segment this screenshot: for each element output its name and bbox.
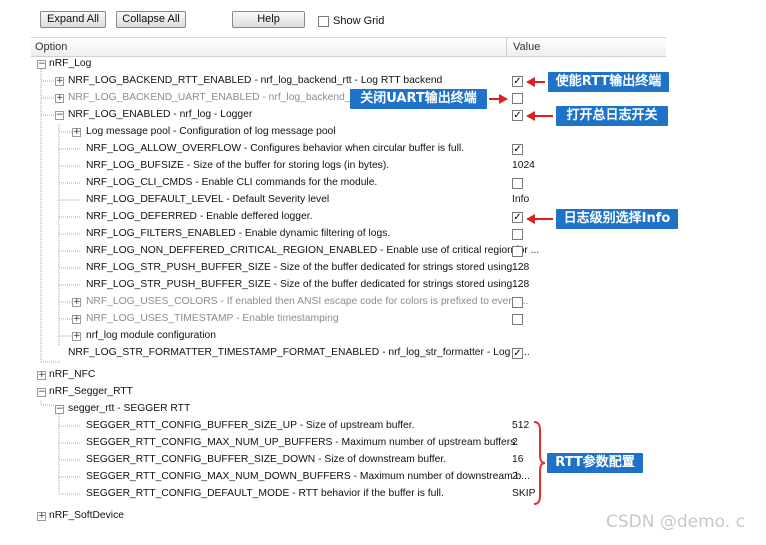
help-button[interactable]: Help <box>232 11 305 28</box>
tree-row-allow-overflow[interactable]: NRF_LOG_ALLOW_OVERFLOW - Configures beha… <box>31 141 666 158</box>
bufsize-value[interactable]: 1024 <box>512 160 535 171</box>
expand-all-button[interactable]: Expand All <box>40 11 106 28</box>
tree-row-nrf-segger-rtt[interactable]: − nRF_Segger_RTT <box>31 384 666 401</box>
collapse-all-button[interactable]: Collapse All <box>116 11 186 28</box>
tree-row-str-push-buffer-size[interactable]: NRF_LOG_STR_PUSH_BUFFER_SIZE - Size of t… <box>31 260 666 277</box>
tree-row-label: SEGGER_RTT_CONFIG_MAX_NUM_UP_BUFFERS - M… <box>86 437 519 448</box>
str-push-buffer-size-value[interactable]: 128 <box>512 262 529 273</box>
show-grid-label: Show Grid <box>333 15 385 27</box>
annotation-rtt-enable: 使能RTT输出终端 <box>548 72 669 92</box>
default-level-value[interactable]: Info <box>512 194 529 205</box>
backend-rtt-checkbox[interactable]: ✓ <box>512 76 523 87</box>
deferred-checkbox[interactable]: ✓ <box>512 212 523 223</box>
tree-row-default-level[interactable]: NRF_LOG_DEFAULT_LEVEL - Default Severity… <box>31 192 666 209</box>
tree-row-rtt-default-mode[interactable]: SEGGER_RTT_CONFIG_DEFAULT_MODE - RTT beh… <box>31 486 666 503</box>
tree-row-label: NRF_LOG_USES_COLORS - If enabled then AN… <box>86 296 529 307</box>
tree-row-label: NRF_LOG_BUFSIZE - Size of the buffer for… <box>86 160 390 171</box>
expand-toggle-icon[interactable]: + <box>37 371 46 380</box>
annotation-log-level: 日志级别选择Info <box>556 209 678 229</box>
str-formatter-timestamp-checkbox[interactable]: ✓ <box>512 348 523 359</box>
tree-row-label: NRF_LOG_BACKEND_UART_ENABLED - nrf_log_b… <box>68 92 369 103</box>
critical-region-checkbox[interactable] <box>512 246 523 257</box>
filters-enabled-checkbox[interactable] <box>512 229 523 240</box>
tree-row-label: nRF_SoftDevice <box>49 510 124 521</box>
cli-cmds-checkbox[interactable] <box>512 178 523 189</box>
expand-toggle-icon[interactable]: + <box>72 332 81 341</box>
tree-row-label: SEGGER_RTT_CONFIG_MAX_NUM_DOWN_BUFFERS -… <box>86 471 530 482</box>
tree-row-nrf-softdevice[interactable]: + nRF_SoftDevice <box>31 508 666 525</box>
tree-row-label: NRF_LOG_ENABLED - nrf_log - Logger <box>68 109 253 120</box>
expand-toggle-icon[interactable]: + <box>72 128 81 137</box>
tree-row-label: NRF_LOG_DEFERRED - Enable deffered logge… <box>86 211 313 222</box>
tree-row-label: SEGGER_RTT_CONFIG_DEFAULT_MODE - RTT beh… <box>86 488 444 499</box>
tree-row-label: NRF_LOG_STR_FORMATTER_TIMESTAMP_FORMAT_E… <box>68 347 530 358</box>
rtt-max-down-buffers-value[interactable]: 2 <box>512 471 518 482</box>
annotation-uart-disable: 关闭UART输出终端 <box>350 89 487 109</box>
rtt-default-mode-value[interactable]: SKIP <box>512 488 535 499</box>
tree-row-label: segger_rtt - SEGGER RTT <box>68 403 191 414</box>
tree-row-label: SEGGER_RTT_CONFIG_BUFFER_SIZE_DOWN - Siz… <box>86 454 447 465</box>
tree-row-cli-cmds[interactable]: NRF_LOG_CLI_CMDS - Enable CLI commands f… <box>31 175 666 192</box>
rtt-max-up-buffers-value[interactable]: 2 <box>512 437 518 448</box>
tree-row-module-config[interactable]: + nrf_log module configuration <box>31 328 666 345</box>
tree-row-label: NRF_LOG_BACKEND_RTT_ENABLED - nrf_log_ba… <box>68 75 443 86</box>
tree-row-label: nRF_NFC <box>49 369 96 380</box>
str-push-buffer-size-value[interactable]: 128 <box>512 279 529 290</box>
column-separator[interactable] <box>506 38 507 56</box>
tree-row-label: nRF_Log <box>49 58 92 69</box>
tree-row-nrf-nfc[interactable]: + nRF_NFC <box>31 367 666 384</box>
log-enabled-checkbox[interactable]: ✓ <box>512 110 523 121</box>
value-column-header[interactable]: Value <box>513 41 540 53</box>
tree-row-critical-region[interactable]: NRF_LOG_NON_DEFFERED_CRITICAL_REGION_ENA… <box>31 243 666 260</box>
uses-colors-checkbox[interactable] <box>512 297 523 308</box>
tree-row-str-push-buffer-size[interactable]: NRF_LOG_STR_PUSH_BUFFER_SIZE - Size of t… <box>31 277 666 294</box>
annotation-log-enable: 打开总日志开关 <box>556 106 668 126</box>
toolbar: Expand All Collapse All Help Show Grid <box>31 6 666 30</box>
tree-row-str-formatter-timestamp[interactable]: NRF_LOG_STR_FORMATTER_TIMESTAMP_FORMAT_E… <box>31 345 666 362</box>
collapse-toggle-icon[interactable]: − <box>37 60 46 69</box>
expand-toggle-icon[interactable]: + <box>72 315 81 324</box>
tree-row-label: NRF_LOG_STR_PUSH_BUFFER_SIZE - Size of t… <box>86 279 524 290</box>
tree-row-label: NRF_LOG_STR_PUSH_BUFFER_SIZE - Size of t… <box>86 262 524 273</box>
tree-row-nrf-log[interactable]: − nRF_Log <box>31 56 666 73</box>
tree-row-rtt-max-up-buffers[interactable]: SEGGER_RTT_CONFIG_MAX_NUM_UP_BUFFERS - M… <box>31 435 666 452</box>
expand-toggle-icon[interactable]: + <box>55 94 64 103</box>
annotation-rtt-params: RTT参数配置 <box>547 453 643 473</box>
expand-toggle-icon[interactable]: + <box>72 298 81 307</box>
expand-toggle-icon[interactable]: + <box>37 512 46 521</box>
tree-row-uses-timestamp[interactable]: + NRF_LOG_USES_TIMESTAMP - Enable timest… <box>31 311 666 328</box>
tree-row-label: SEGGER_RTT_CONFIG_BUFFER_SIZE_UP - Size … <box>86 420 415 431</box>
tree-row-label: NRF_LOG_ALLOW_OVERFLOW - Configures beha… <box>86 143 465 154</box>
tree-row-label: NRF_LOG_USES_TIMESTAMP - Enable timestam… <box>86 313 339 324</box>
tree-row-label: NRF_LOG_CLI_CMDS - Enable CLI commands f… <box>86 177 378 188</box>
backend-uart-checkbox[interactable] <box>512 93 523 104</box>
tree-row-label: NRF_LOG_FILTERS_ENABLED - Enable dynamic… <box>86 228 391 239</box>
tree-row-backend-uart[interactable]: + NRF_LOG_BACKEND_UART_ENABLED - nrf_log… <box>31 90 666 107</box>
tree-row-segger-rtt[interactable]: − segger_rtt - SEGGER RTT <box>31 401 666 418</box>
tree-row-label: nRF_Segger_RTT <box>49 386 133 397</box>
option-column-header[interactable]: Option <box>35 41 67 53</box>
column-header: Option Value <box>31 37 666 57</box>
tree-row-uses-colors[interactable]: + NRF_LOG_USES_COLORS - If enabled then … <box>31 294 666 311</box>
tree-row-label: NRF_LOG_NON_DEFFERED_CRITICAL_REGION_ENA… <box>86 245 540 256</box>
tree-row-bufsize[interactable]: NRF_LOG_BUFSIZE - Size of the buffer for… <box>31 158 666 175</box>
tree-row-label: NRF_LOG_DEFAULT_LEVEL - Default Severity… <box>86 194 330 205</box>
show-grid-checkbox[interactable] <box>318 16 329 27</box>
allow-overflow-checkbox[interactable]: ✓ <box>512 144 523 155</box>
tree-row-rtt-buffer-size-up[interactable]: SEGGER_RTT_CONFIG_BUFFER_SIZE_UP - Size … <box>31 418 666 435</box>
tree-row-label: nrf_log module configuration <box>86 330 216 341</box>
rtt-buffer-size-down-value[interactable]: 16 <box>512 454 523 465</box>
collapse-toggle-icon[interactable]: − <box>37 388 46 397</box>
collapse-toggle-icon[interactable]: − <box>55 111 64 120</box>
tree-row-log-message-pool[interactable]: + Log message pool - Configuration of lo… <box>31 124 666 141</box>
collapse-toggle-icon[interactable]: − <box>55 405 64 414</box>
uses-timestamp-checkbox[interactable] <box>512 314 523 325</box>
tree-row-label: Log message pool - Configuration of log … <box>86 126 336 137</box>
rtt-buffer-size-up-value[interactable]: 512 <box>512 420 529 431</box>
watermark: CSDN @demo. c <box>606 512 745 532</box>
expand-toggle-icon[interactable]: + <box>55 77 64 86</box>
